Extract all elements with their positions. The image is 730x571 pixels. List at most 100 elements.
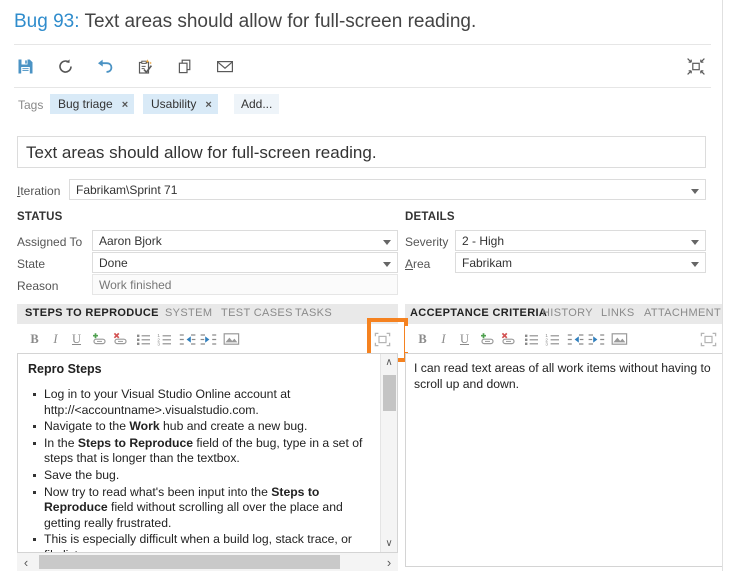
- area-value: Fabrikam: [462, 256, 513, 270]
- tab-history[interactable]: HISTORY: [542, 307, 593, 319]
- state-dropdown[interactable]: Done: [92, 252, 398, 273]
- right-panel-tabstrip: ACCEPTANCE CRITERIA HISTORY LINKS ATTACH…: [405, 304, 723, 324]
- underline-button[interactable]: U: [66, 328, 87, 350]
- area-dropdown[interactable]: Fabrikam: [455, 252, 706, 273]
- bullet-list-button[interactable]: [521, 328, 542, 350]
- tab-tasks[interactable]: TASKS: [295, 307, 332, 319]
- window-outer-margin: [723, 0, 730, 571]
- outdent-button[interactable]: [177, 328, 198, 350]
- state-value: Done: [99, 256, 128, 270]
- bullet-list-button[interactable]: [133, 328, 154, 350]
- tags-row: Tags Bug triage × Usability × Add...: [0, 90, 723, 124]
- left-pane-horizontal-scrollbar[interactable]: ‹ ›: [17, 553, 398, 571]
- list-item: Save the bug.: [33, 467, 370, 484]
- area-label-accel: A: [405, 257, 414, 271]
- outdent-icon: [567, 333, 584, 345]
- chevron-down-icon: [383, 262, 391, 267]
- insert-image-button[interactable]: [609, 328, 630, 350]
- scroll-right-arrow-icon[interactable]: ›: [380, 553, 398, 571]
- area-label: Area: [405, 257, 430, 271]
- remove-link-button[interactable]: [110, 328, 131, 350]
- restore-down-button[interactable]: [681, 51, 711, 81]
- acceptance-criteria-pane[interactable]: I can read text areas of all work items …: [405, 353, 723, 567]
- bold-button[interactable]: B: [24, 328, 45, 350]
- iteration-dropdown[interactable]: Fabrikam\Sprint 71: [69, 179, 706, 200]
- work-item-title-text: Text areas should allow for full-screen …: [84, 11, 477, 32]
- numbered-list-button[interactable]: 1 2 3: [154, 328, 175, 350]
- save-button[interactable]: [10, 51, 40, 81]
- repro-steps-list: Log in to your Visual Studio Online acco…: [28, 387, 370, 552]
- insert-link-button[interactable]: [89, 328, 110, 350]
- iteration-label-rest: teration: [20, 184, 61, 198]
- bold-button[interactable]: B: [412, 328, 433, 350]
- email-button[interactable]: [210, 51, 240, 81]
- left-pane-vertical-scrollbar[interactable]: ∧ ∨: [380, 354, 397, 552]
- tag-label: Bug triage: [58, 97, 113, 111]
- scroll-thumb-vertical[interactable]: [383, 375, 396, 411]
- indent-button[interactable]: [198, 328, 219, 350]
- scroll-thumb-horizontal[interactable]: [39, 555, 340, 569]
- tab-test-cases[interactable]: TEST CASES: [221, 307, 293, 319]
- tab-system[interactable]: SYSTEM: [165, 307, 212, 319]
- italic-icon: I: [441, 331, 446, 346]
- work-item-form: Bug 93: Text areas should allow for full…: [0, 0, 730, 571]
- tab-acceptance-criteria[interactable]: ACCEPTANCE CRITERIA: [410, 307, 547, 319]
- steps-to-reproduce-pane[interactable]: Repro Steps Log in to your Visual Studio…: [17, 353, 398, 553]
- add-tag-button[interactable]: Add...: [234, 94, 280, 114]
- refresh-button[interactable]: [50, 51, 80, 81]
- italic-button[interactable]: I: [45, 328, 66, 350]
- list-item: This is especially difficult when a buil…: [33, 532, 370, 552]
- refresh-icon: [58, 58, 72, 73]
- scroll-up-arrow-icon[interactable]: ∧: [381, 354, 397, 371]
- iteration-value: Fabrikam\Sprint 71: [76, 183, 178, 197]
- assigned-to-dropdown[interactable]: Aaron Bjork: [92, 230, 398, 251]
- insert-image-icon: [223, 333, 240, 345]
- scroll-down-arrow-icon[interactable]: ∨: [381, 535, 397, 552]
- left-panel-maximize-button[interactable]: [372, 328, 393, 350]
- indent-button[interactable]: [586, 328, 607, 350]
- revise-icon: [138, 58, 153, 74]
- tag-remove-icon[interactable]: ×: [205, 99, 211, 111]
- insert-image-button[interactable]: [221, 328, 242, 350]
- insert-link-button[interactable]: [477, 328, 498, 350]
- italic-button[interactable]: I: [433, 328, 454, 350]
- tag-bug-triage[interactable]: Bug triage ×: [50, 94, 135, 114]
- numbered-list-button[interactable]: 1 2 3: [542, 328, 563, 350]
- chevron-down-icon: [691, 262, 699, 267]
- severity-dropdown[interactable]: 2 - High: [455, 230, 706, 251]
- acceptance-criteria-content[interactable]: I can read text areas of all work items …: [406, 354, 722, 566]
- copy-button[interactable]: [170, 51, 200, 81]
- tag-remove-icon[interactable]: ×: [122, 99, 128, 111]
- tag-label: Usability: [151, 97, 197, 111]
- insert-image-icon: [611, 333, 628, 345]
- repro-steps-heading: Repro Steps: [28, 362, 102, 376]
- tab-attachment[interactable]: ATTACHMENT: [644, 307, 721, 319]
- save-icon: [18, 59, 32, 73]
- steps-to-reproduce-content[interactable]: Repro Steps Log in to your Visual Studio…: [18, 354, 380, 552]
- scroll-left-arrow-icon[interactable]: ‹: [17, 553, 35, 571]
- list-item: Log in to your Visual Studio Online acco…: [33, 387, 370, 418]
- tag-usability[interactable]: Usability ×: [143, 94, 218, 114]
- left-editor-toolbar: B I U 1 2 3: [17, 326, 398, 352]
- underline-button[interactable]: U: [454, 328, 475, 350]
- page-title: Bug 93: Text areas should allow for full…: [14, 11, 476, 33]
- list-item-text: Save the bug.: [44, 467, 120, 482]
- work-item-id-link[interactable]: Bug 93:: [14, 11, 80, 32]
- right-panel-maximize-button[interactable]: [698, 328, 719, 350]
- undo-button[interactable]: [90, 51, 120, 81]
- work-item-title-field[interactable]: Text areas should allow for full-screen …: [17, 136, 706, 168]
- assigned-to-value: Aaron Bjork: [99, 234, 162, 248]
- indent-icon: [588, 333, 605, 345]
- details-section-heading: DETAILS: [405, 211, 455, 223]
- outdent-button[interactable]: [565, 328, 586, 350]
- tab-links[interactable]: LINKS: [601, 307, 635, 319]
- remove-link-button[interactable]: [498, 328, 519, 350]
- tab-steps-to-reproduce[interactable]: STEPS TO REPRODUCE: [25, 307, 159, 319]
- revise-button[interactable]: [130, 51, 160, 81]
- reason-label: Reason: [17, 279, 59, 293]
- left-panel-tabstrip: STEPS TO REPRODUCE SYSTEM TEST CASES TAS…: [17, 304, 398, 324]
- status-section-heading: STATUS: [17, 211, 63, 223]
- area-label-rest: rea: [413, 257, 431, 271]
- remove-link-icon: [501, 332, 515, 345]
- italic-icon: I: [53, 331, 58, 346]
